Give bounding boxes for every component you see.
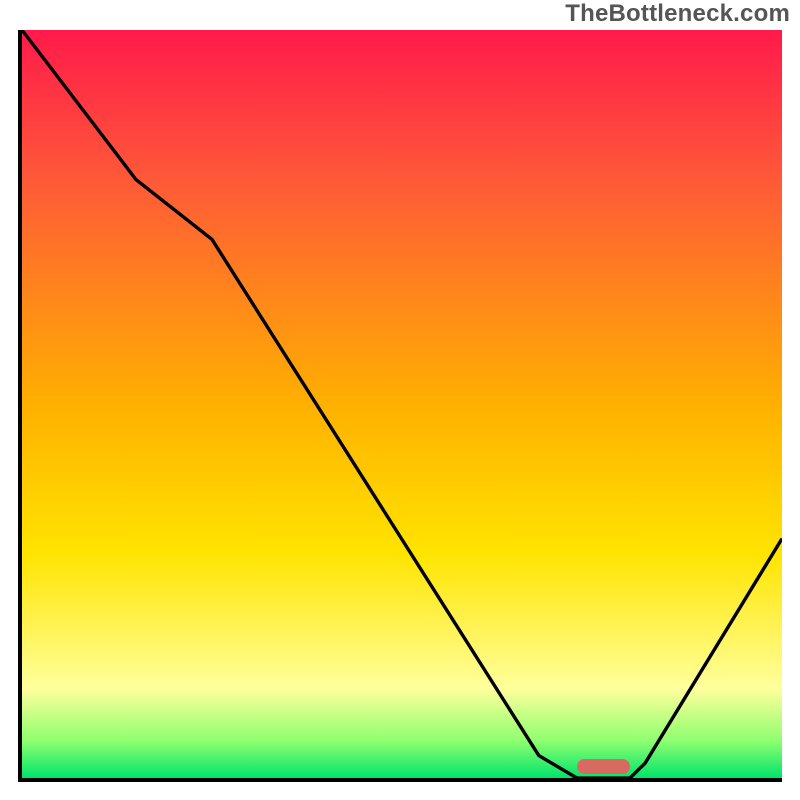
watermark-text: TheBottleneck.com <box>565 0 790 28</box>
optimal-range-marker <box>577 759 630 774</box>
plot-inner <box>22 30 782 778</box>
chart-plot-area <box>18 30 782 782</box>
bottleneck-curve <box>22 30 782 778</box>
